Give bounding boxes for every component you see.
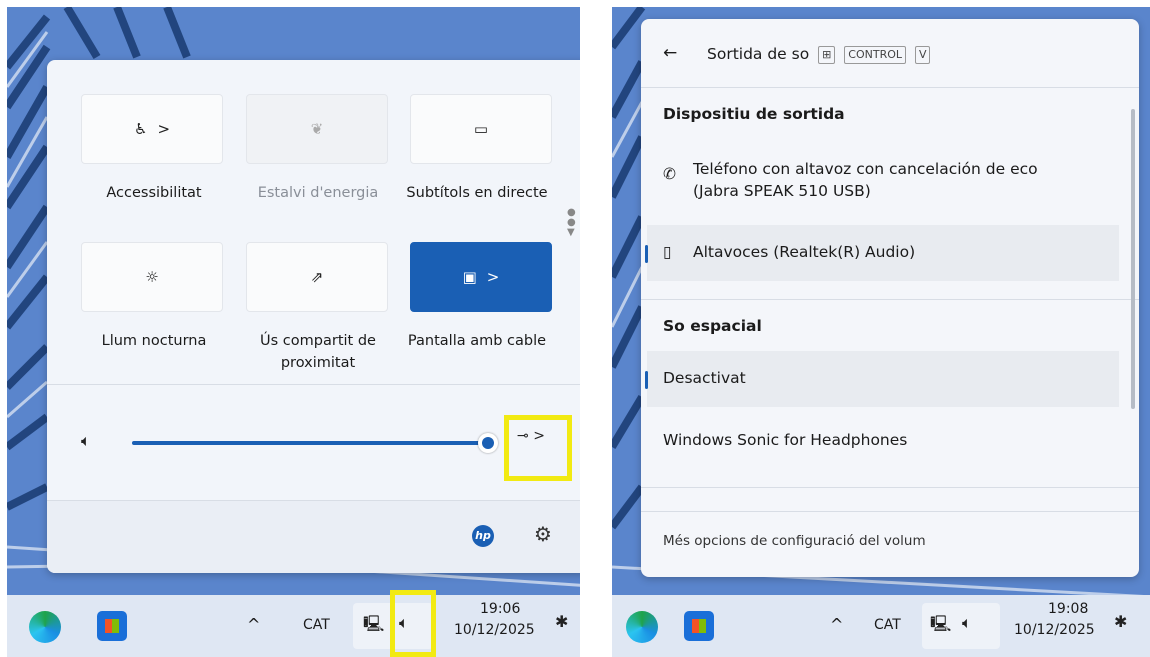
gear-icon[interactable]: ⚙	[534, 522, 552, 546]
store-icon[interactable]	[97, 611, 127, 641]
windows-key: ⊞	[818, 45, 836, 64]
divider	[641, 511, 1139, 512]
speaker-device-icon: ▯	[663, 243, 672, 261]
nearby-share-label: Ús compartit de proximitat	[260, 333, 376, 371]
edge-icon[interactable]	[626, 611, 658, 643]
cast-label: Pantalla amb cable	[407, 333, 547, 349]
notification-icon[interactable]: ✱	[555, 612, 568, 631]
device-option-realtek[interactable]: Altavoces (Realtek(R) Audio)	[693, 243, 915, 261]
arrow-left-icon[interactable]: ←	[663, 43, 677, 63]
clock-date[interactable]: 10/12/2025	[1014, 622, 1095, 638]
volume-tray-icon[interactable]: 🔈︎	[962, 613, 972, 633]
more-volume-settings-link[interactable]: Més opcions de configuració del volum	[663, 533, 926, 549]
device-option-jabra[interactable]: Teléfono con altavoz con cancelación de …	[693, 158, 1113, 202]
chevron-up-icon[interactable]: ^	[830, 615, 843, 634]
live-captions-label: Subtítols en directe	[406, 185, 548, 201]
clock-time[interactable]: 19:08	[1048, 601, 1088, 617]
clock-date[interactable]: 10/12/2025	[454, 622, 535, 638]
chevron-right-icon: >	[157, 120, 171, 138]
taskbar: ^ CAT 🖳︎ 🔈︎ 19:08 10/12/2025 ✱	[612, 595, 1150, 657]
sound-output-screenshot: ← Sortida de so ⊞ CONTROL V Dispositiu d…	[612, 7, 1150, 657]
volume-slider-thumb[interactable]	[478, 433, 498, 453]
device-name: Teléfono con altavoz con cancelación de …	[693, 160, 1038, 178]
speaker-icon[interactable]: 🔈︎	[81, 431, 91, 451]
highlight-box	[390, 590, 436, 657]
chevron-right-icon: >	[486, 268, 500, 286]
selection-indicator	[645, 245, 648, 263]
notification-icon[interactable]: ✱	[1114, 612, 1127, 631]
hp-logo-icon[interactable]: hp	[472, 525, 494, 547]
taskbar: ^ CAT 🖳︎ 🔈︎ 19:06 10/12/2025 ✱	[7, 595, 580, 657]
energy-saver-icon: ❦	[310, 120, 324, 138]
nearby-share-icon: ⇗	[310, 268, 324, 286]
scrollbar[interactable]	[1131, 109, 1135, 409]
energy-saver-tile: ❦	[246, 94, 388, 164]
panel-footer	[47, 501, 580, 573]
edge-icon[interactable]	[29, 611, 61, 643]
spatial-option-sonic[interactable]: Windows Sonic for Headphones	[663, 431, 907, 449]
accessibility-label: Accessibilitat	[106, 185, 202, 201]
quick-settings-screenshot: ♿︎ > ❦ ▭ Accessibilitat Estalvi d'energi…	[7, 7, 580, 657]
quick-settings-panel: ♿︎ > ❦ ▭ Accessibilitat Estalvi d'energi…	[47, 60, 580, 573]
language-indicator[interactable]: CAT	[874, 617, 901, 633]
output-device-heading: Dispositiu de sortida	[663, 105, 845, 123]
network-icon[interactable]: 🖳︎	[363, 613, 384, 640]
selection-indicator	[645, 371, 648, 389]
captions-icon: ▭	[473, 120, 489, 138]
night-light-icon: ☼	[145, 268, 159, 286]
cast-tile[interactable]: ▣ >	[410, 242, 552, 312]
cast-icon: ▣	[462, 268, 477, 286]
phone-icon: ✆	[663, 165, 676, 183]
control-key: CONTROL	[844, 45, 907, 64]
divider	[641, 487, 1139, 488]
night-light-tile[interactable]: ☼	[81, 242, 223, 312]
chevron-up-icon[interactable]: ^	[247, 615, 260, 634]
divider	[47, 384, 580, 385]
energy-saver-label: Estalvi d'energia	[257, 185, 379, 201]
scroll-indicator[interactable]: ● ● ▼	[567, 208, 576, 238]
live-captions-tile[interactable]: ▭	[410, 94, 552, 164]
panel-title-text: Sortida de so	[707, 45, 810, 63]
device-subname: (Jabra SPEAK 510 USB)	[693, 182, 871, 200]
nearby-share-tile[interactable]: ⇗	[246, 242, 388, 312]
divider	[641, 87, 1139, 88]
network-icon[interactable]: 🖳︎	[930, 613, 951, 640]
sound-output-panel: ← Sortida de so ⊞ CONTROL V Dispositiu d…	[641, 19, 1139, 577]
accessibility-icon: ♿︎	[133, 120, 148, 138]
panel-title: Sortida de so ⊞ CONTROL V	[707, 45, 931, 64]
store-icon[interactable]	[684, 611, 714, 641]
divider	[641, 299, 1139, 300]
v-key: V	[914, 45, 931, 64]
night-light-label: Llum nocturna	[101, 333, 207, 349]
language-indicator[interactable]: CAT	[303, 617, 330, 633]
accessibility-tile[interactable]: ♿︎ >	[81, 94, 223, 164]
highlight-box	[504, 415, 572, 481]
spatial-sound-heading: So espacial	[663, 317, 762, 335]
clock-time[interactable]: 19:06	[480, 601, 520, 617]
spatial-option-off[interactable]: Desactivat	[663, 369, 746, 387]
volume-slider-track[interactable]	[132, 441, 489, 445]
